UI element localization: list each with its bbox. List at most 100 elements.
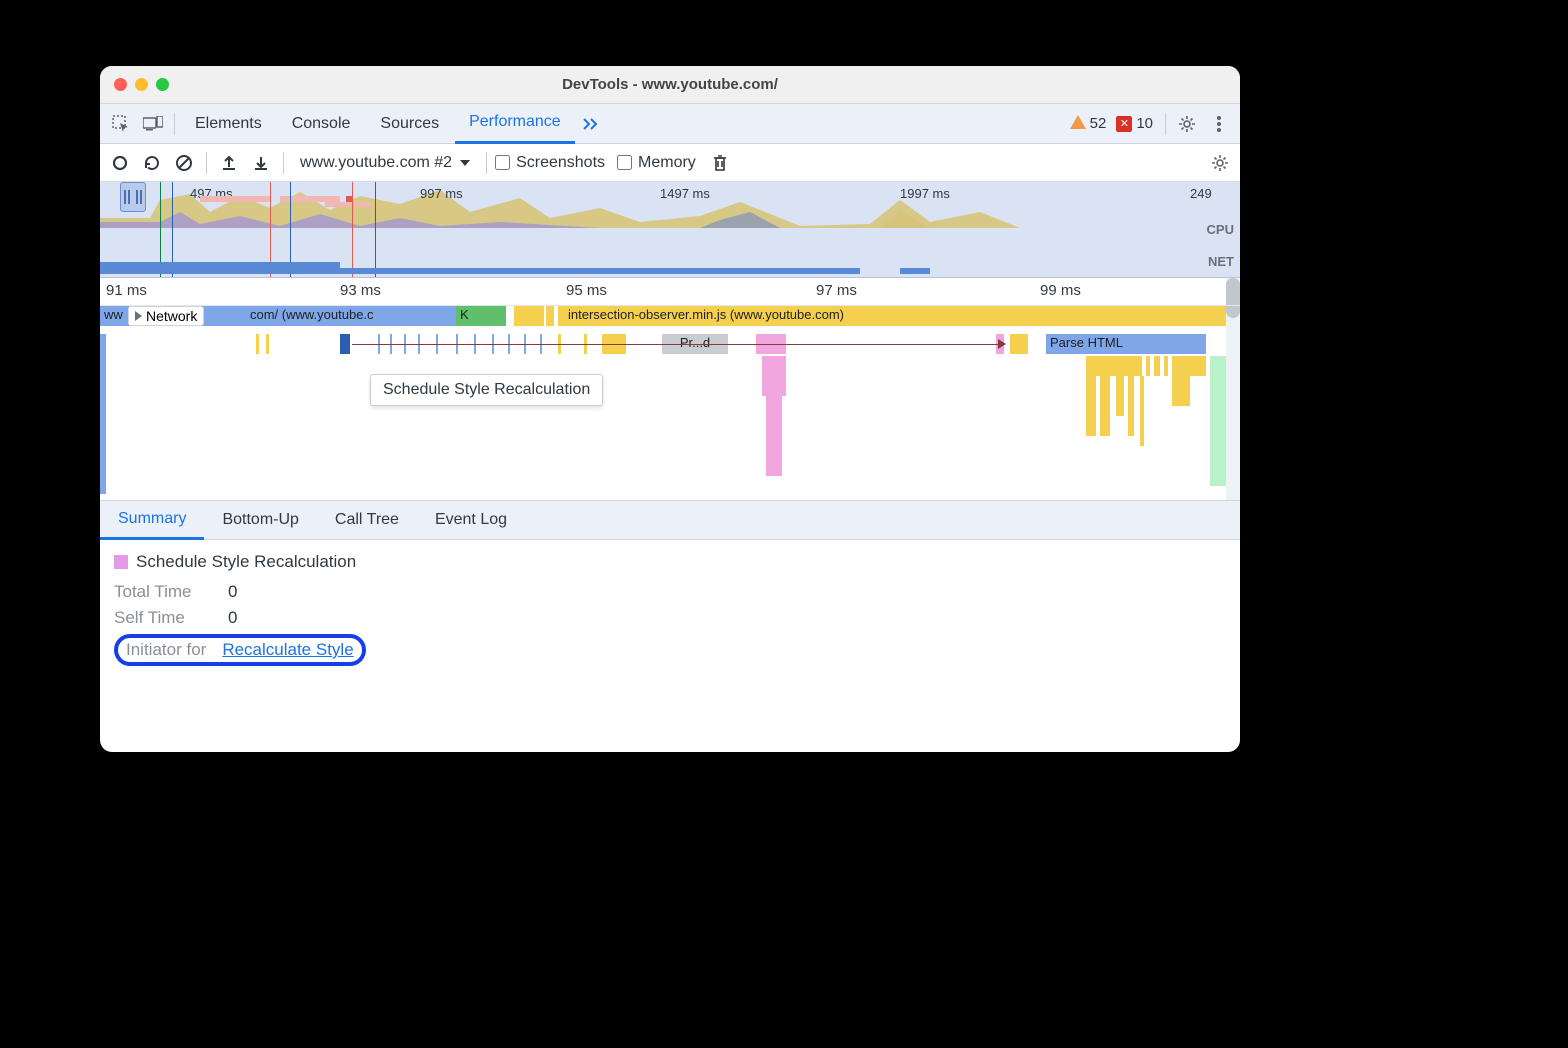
summary-details: Schedule Style Recalculation Total Time … xyxy=(100,540,1240,678)
flame-ruler: 91 ms 93 ms 95 ms 97 ms 99 ms xyxy=(100,278,1240,306)
window-titlebar: DevTools - www.youtube.com/ xyxy=(100,66,1240,104)
tab-elements[interactable]: Elements xyxy=(181,104,276,144)
ruler-tick: 93 ms xyxy=(340,282,381,299)
kebab-menu-icon[interactable] xyxy=(1204,109,1234,139)
ruler-tick: 91 ms xyxy=(106,282,147,299)
flame-segment[interactable] xyxy=(498,306,506,326)
overview-tick: 997 ms xyxy=(420,186,463,201)
more-tabs-chevron-icon[interactable] xyxy=(577,109,607,139)
divider xyxy=(283,152,284,174)
self-time-label: Self Time xyxy=(114,608,210,628)
flame-segment[interactable]: K xyxy=(456,306,474,326)
devtools-window: DevTools - www.youtube.com/ Elements Con… xyxy=(100,66,1240,752)
flame-segment[interactable]: com/ (www.youtube.c xyxy=(246,306,456,326)
tooltip-text: Schedule Style Recalculation xyxy=(383,381,590,398)
flame-segment[interactable] xyxy=(474,306,482,326)
errors-count[interactable]: ✕ 10 xyxy=(1116,115,1153,132)
overview-marker xyxy=(375,182,376,277)
screenshots-checkbox[interactable]: Screenshots xyxy=(495,154,605,172)
collect-garbage-icon[interactable] xyxy=(706,149,734,177)
overview-marker xyxy=(352,182,353,277)
memory-checkbox[interactable]: Memory xyxy=(617,154,696,172)
tab-sources[interactable]: Sources xyxy=(366,104,453,144)
ruler-tick: 95 ms xyxy=(566,282,607,299)
settings-gear-icon[interactable] xyxy=(1172,109,1202,139)
flame-row xyxy=(100,334,1226,494)
total-time-label: Total Time xyxy=(114,582,210,602)
initiator-callout: Initiator for Recalculate Style xyxy=(114,634,366,666)
flame-segment[interactable] xyxy=(482,306,490,326)
self-time-row: Self Time 0 xyxy=(114,608,1226,628)
dropdown-caret-icon xyxy=(460,160,470,166)
reload-record-icon[interactable] xyxy=(138,149,166,177)
flame-scrollbar-track[interactable] xyxy=(1226,278,1240,500)
tab-event-log[interactable]: Event Log xyxy=(417,500,525,540)
flame-tooltip: Schedule Style Recalculation xyxy=(370,374,603,406)
network-track-label: Network xyxy=(146,308,197,324)
window-title: DevTools - www.youtube.com/ xyxy=(100,76,1240,93)
initiator-link[interactable]: Recalculate Style xyxy=(222,640,353,660)
divider xyxy=(1165,113,1166,135)
close-window-button[interactable] xyxy=(114,78,127,91)
ruler-tick: 99 ms xyxy=(1040,282,1081,299)
overview-long-task xyxy=(200,196,270,202)
overview-tick: 249 xyxy=(1190,186,1212,201)
flame-segment[interactable] xyxy=(100,334,106,494)
summary-tabstrip: Summary Bottom-Up Call Tree Event Log xyxy=(100,500,1240,540)
overview-tick: 1997 ms xyxy=(900,186,950,201)
overview-net-label: NET xyxy=(1208,254,1234,269)
flame-segment[interactable] xyxy=(514,306,544,326)
error-icon: ✕ xyxy=(1116,116,1132,132)
inspect-element-icon[interactable] xyxy=(106,109,136,139)
event-name: Schedule Style Recalculation xyxy=(136,552,356,572)
ruler-tick: 97 ms xyxy=(816,282,857,299)
tab-bottom-up[interactable]: Bottom-Up xyxy=(204,500,316,540)
recording-select-value: www.youtube.com #2 xyxy=(300,154,452,172)
flame-segment[interactable] xyxy=(490,306,498,326)
flame-chart[interactable]: 91 ms 93 ms 95 ms 97 ms 99 ms ww com/ (w… xyxy=(100,278,1240,500)
download-profile-icon[interactable] xyxy=(247,149,275,177)
total-time-row: Total Time 0 xyxy=(114,582,1226,602)
overview-cpu-label: CPU xyxy=(1207,222,1234,237)
warning-icon xyxy=(1070,115,1086,133)
panel-tabstrip: Elements Console Sources Performance 52 … xyxy=(100,104,1240,144)
overview-network-bar xyxy=(100,268,860,274)
errors-number: 10 xyxy=(1136,115,1153,132)
clear-icon[interactable] xyxy=(170,149,198,177)
flame-row: ww com/ (www.youtube.c K intersection-ob… xyxy=(100,306,1226,326)
tab-call-tree[interactable]: Call Tree xyxy=(317,500,417,540)
overview-long-task xyxy=(325,202,371,207)
event-header: Schedule Style Recalculation xyxy=(114,552,1226,572)
memory-checkbox-input[interactable] xyxy=(617,155,632,170)
self-time-value: 0 xyxy=(228,608,237,628)
memory-label: Memory xyxy=(638,154,696,172)
maximize-window-button[interactable] xyxy=(156,78,169,91)
flame-segment[interactable]: intersection-observer.min.js (www.youtub… xyxy=(558,306,1226,326)
warnings-number: 52 xyxy=(1090,115,1107,132)
performance-toolbar: www.youtube.com #2 Screenshots Memory xyxy=(100,144,1240,182)
overview-viewport-handle[interactable] xyxy=(120,182,146,212)
record-button-icon[interactable] xyxy=(106,149,134,177)
flame-segment[interactable] xyxy=(546,306,554,326)
total-time-value: 0 xyxy=(228,582,237,602)
warnings-count[interactable]: 52 xyxy=(1070,115,1107,133)
device-toolbar-icon[interactable] xyxy=(138,109,168,139)
minimize-window-button[interactable] xyxy=(135,78,148,91)
initiator-label: Initiator for xyxy=(126,640,206,660)
divider xyxy=(174,113,175,135)
tab-summary[interactable]: Summary xyxy=(100,500,204,540)
tab-performance[interactable]: Performance xyxy=(455,104,575,144)
overview-network-bar xyxy=(900,268,930,274)
network-track-toggle[interactable]: Network xyxy=(128,306,204,326)
recording-select[interactable]: www.youtube.com #2 xyxy=(292,154,478,172)
divider xyxy=(206,152,207,174)
tab-console[interactable]: Console xyxy=(278,104,365,144)
screenshots-label: Screenshots xyxy=(516,154,605,172)
event-color-swatch xyxy=(114,555,128,569)
traffic-lights xyxy=(114,78,169,91)
screenshots-checkbox-input[interactable] xyxy=(495,155,510,170)
upload-profile-icon[interactable] xyxy=(215,149,243,177)
capture-settings-gear-icon[interactable] xyxy=(1206,149,1234,177)
overview-pane[interactable]: 497 ms 997 ms 1497 ms 1997 ms 249 CPU NE… xyxy=(100,182,1240,278)
overview-tick: 1497 ms xyxy=(660,186,710,201)
